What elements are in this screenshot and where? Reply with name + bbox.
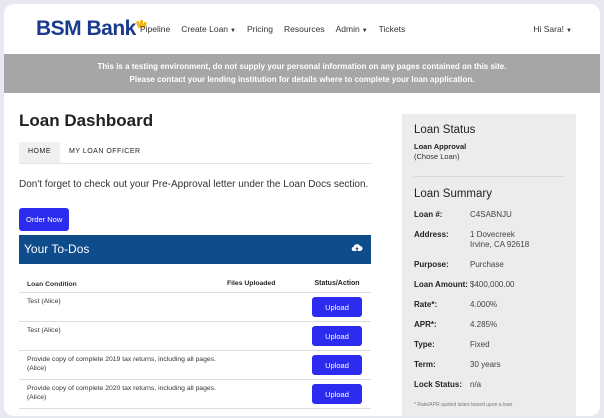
table-row: Test (Alice) Upload [19,293,371,322]
dashboard-tabs: HOME MY LOAN OFFICER [19,142,371,164]
user-menu[interactable]: Hi Sara! ▼ [533,24,572,34]
pre-approval-note: Don't forget to check out your Pre-Appro… [19,179,369,190]
loan-condition-text: Test (Alice) [27,327,61,334]
table-row: Test (Alice) Upload [19,322,371,351]
summary-rate: Rate*: 4.000% [414,300,498,309]
app-window: BSM Bank Pipeline Create Loan ▼ Pricing R… [4,4,600,416]
summary-apr: APR*: 4.285% [414,320,498,329]
banner-line-2: Please contact your lending institution … [129,75,475,84]
brand-name: BSM Bank [36,17,136,40]
loan-summary-title: Loan Summary [414,188,492,200]
nav-create-loan[interactable]: Create Loan ▼ [181,24,236,34]
todos-title: Your To-Dos [24,242,90,256]
top-navigation: BSM Bank Pipeline Create Loan ▼ Pricing R… [4,4,600,54]
table-row: Provide copy of complete 2020 tax return… [19,380,371,409]
loan-condition-text: Provide copy of complete 2019 tax return… [27,356,216,372]
brand-logo[interactable]: BSM Bank [36,17,147,41]
tab-my-loan-officer[interactable]: MY LOAN OFFICER [60,142,150,163]
column-status-action: Status/Action [314,280,360,287]
table-header: Loan Condition Files Uploaded Status/Act… [19,278,371,293]
page-title: Loan Dashboard [19,111,154,130]
loan-condition-text: Provide copy of complete 2020 tax return… [27,385,216,401]
nav-resources[interactable]: Resources [284,24,325,34]
upload-button[interactable]: Upload [312,384,362,404]
cloud-upload-icon[interactable] [351,243,363,256]
todos-header: Your To-Dos [19,235,371,264]
chevron-down-icon: ▼ [361,28,368,34]
upload-button[interactable]: Upload [312,355,362,375]
chevron-down-icon: ▼ [566,28,572,34]
order-now-button[interactable]: Order Now [19,208,70,231]
tab-home[interactable]: HOME [19,142,60,163]
summary-term: Term: 30 years [414,360,501,369]
nav-tickets[interactable]: Tickets [379,24,406,34]
summary-loan-amount: Loan Amount: $400,000.00 [414,280,515,289]
loan-approval-status: Loan Approval [414,142,467,151]
banner-line-1: This is a testing environment, do not su… [97,62,507,71]
chevron-down-icon: ▼ [230,28,236,34]
main-content: Loan Dashboard HOME MY LOAN OFFICER Don'… [19,104,371,409]
upload-button[interactable]: Upload [312,297,362,317]
nav-admin[interactable]: Admin ▼ [336,24,368,34]
summary-address: Address: 1 Dovecreek Irvine, CA 92618 [414,230,530,249]
divider [414,176,564,177]
nav-pricing[interactable]: Pricing [247,24,273,34]
loan-sidebar: Loan Status Loan Approval (Chose Loan) L… [402,114,576,416]
testing-banner: This is a testing environment, do not su… [4,54,600,93]
column-loan-condition: Loan Condition [27,281,77,288]
rate-footnote: * Rate/APR quoted is/are based upon a lo… [414,402,513,408]
summary-lock-status: Lock Status: n/a [414,380,482,389]
main-nav: Pipeline Create Loan ▼ Pricing Resources … [140,24,416,34]
summary-type: Type: Fixed [414,340,490,349]
summary-purpose: Purpose: Purchase [414,260,504,269]
loan-condition-text: Test (Alice) [27,298,61,305]
nav-pipeline[interactable]: Pipeline [140,24,170,34]
loan-status-title: Loan Status [414,124,476,136]
table-row: Provide copy of complete 2019 tax return… [19,351,371,380]
column-files-uploaded: Files Uploaded [227,280,276,287]
loan-status-detail: (Chose Loan) [414,152,460,161]
upload-button[interactable]: Upload [312,326,362,346]
summary-loan-number: Loan #: C4SABNJU [414,210,512,219]
todos-table: Loan Condition Files Uploaded Status/Act… [19,278,371,409]
